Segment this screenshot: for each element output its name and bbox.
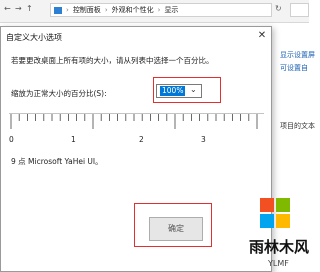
dialog-title: 自定义大小选项 — [6, 33, 62, 42]
watermark-logo: 雨林木风 YLMF — [249, 198, 309, 268]
watermark-brand-text: 雨林木风 — [249, 238, 309, 256]
background-text: 项目的文本 — [280, 122, 315, 130]
breadcrumb-separator: › — [157, 6, 161, 14]
refresh-icon[interactable]: ↻ — [275, 4, 282, 13]
annotation-highlight-box — [153, 77, 221, 103]
back-arrow-icon[interactable]: ← — [4, 4, 11, 13]
ok-button[interactable]: 确定 — [149, 217, 203, 241]
forward-arrow-icon[interactable]: → — [15, 4, 22, 13]
control-panel-icon — [54, 6, 62, 14]
search-input[interactable] — [290, 3, 309, 17]
address-bar: ← → ↑ › 控制面板 › 外观和个性化 › 显示 ↻ — [0, 0, 309, 23]
breadcrumb-separator: › — [104, 6, 108, 14]
breadcrumb-separator: › — [66, 6, 69, 14]
breadcrumb[interactable]: › 控制面板 › 外观和个性化 › 显示 — [50, 3, 272, 17]
scale-ruler[interactable]: 0 1 2 3 — [9, 112, 264, 147]
breadcrumb-item[interactable]: 外观和个性化 — [112, 5, 154, 15]
scale-label: 缩放为正常大小的百分比(S): — [11, 89, 107, 98]
ruler-label: 1 — [71, 135, 76, 144]
ruler-label: 3 — [201, 135, 206, 144]
breadcrumb-item[interactable]: 控制面板 — [73, 5, 101, 15]
font-info-text: 9 点 Microsoft YaHei UI。 — [11, 157, 103, 166]
breadcrumb-item[interactable]: 显示 — [164, 5, 178, 15]
ruler-ticks — [9, 112, 264, 129]
ruler-label: 0 — [9, 135, 14, 144]
watermark-sub-text: YLMF — [267, 259, 289, 268]
close-icon[interactable]: ✕ — [255, 29, 269, 43]
ruler-label: 2 — [139, 135, 144, 144]
up-arrow-icon[interactable]: ↑ — [26, 4, 33, 13]
background-link[interactable]: 可设置自 — [280, 63, 308, 73]
background-link[interactable]: 显示设置屏 — [280, 50, 315, 60]
custom-size-dialog: 自定义大小选项 ✕ 若要更改桌面上所有项的大小，请从列表中选择一个百分比。 缩放… — [0, 26, 272, 272]
instruction-text: 若要更改桌面上所有项的大小，请从列表中选择一个百分比。 — [11, 56, 214, 65]
